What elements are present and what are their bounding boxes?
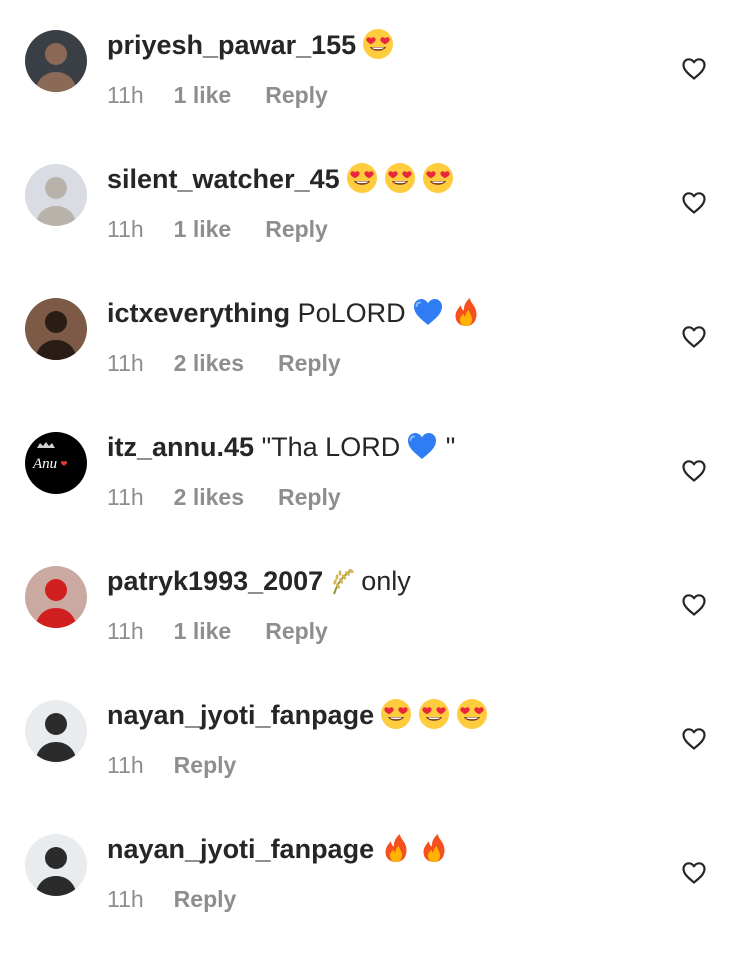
reply-button[interactable]: Reply: [265, 618, 328, 644]
timestamp: 11h: [107, 886, 144, 912]
svg-text:Anu: Anu: [32, 456, 57, 472]
comment-meta: 11h 1 like Reply: [107, 214, 328, 244]
comment-row: priyesh_pawar_155 11h 1 like Reply: [0, 0, 743, 134]
avatar[interactable]: [25, 30, 87, 92]
comment-meta: 11h 1 like Reply: [107, 616, 328, 646]
username[interactable]: silent_watcher_45: [107, 164, 340, 194]
timestamp: 11h: [107, 618, 144, 644]
avatar[interactable]: [25, 834, 87, 896]
reply-button[interactable]: Reply: [278, 484, 341, 510]
avatar[interactable]: [25, 298, 87, 360]
likes-count[interactable]: 2 likes: [174, 350, 244, 376]
comment-body: silent_watcher_45: [107, 162, 454, 197]
comment-meta: 11h 1 like Reply: [107, 80, 328, 110]
avatar[interactable]: Anu: [25, 432, 87, 494]
comment-meta: 11h 2 likes Reply: [107, 348, 341, 378]
comment-meta: 11h Reply: [107, 750, 236, 780]
heart-eyes-emoji: [422, 162, 454, 194]
likes-count[interactable]: 1 like: [174, 216, 232, 242]
heart-outline-icon[interactable]: [681, 324, 707, 350]
timestamp: 11h: [107, 350, 144, 376]
reply-button[interactable]: Reply: [278, 350, 341, 376]
comment-row: nayan_jyoti_fanpage 11h Reply: [0, 804, 743, 938]
comment-body: nayan_jyoti_fanpage: [107, 698, 488, 733]
avatar[interactable]: [25, 164, 87, 226]
timestamp: 11h: [107, 484, 144, 510]
timestamp: 11h: [107, 82, 144, 108]
comment-row: nayan_jyoti_fanpage 11h Reply: [0, 670, 743, 804]
fire-emoji: [418, 832, 450, 864]
comment-body: priyesh_pawar_155: [107, 28, 394, 63]
comment-body: itz_annu.45 "Tha LORD ": [107, 430, 455, 465]
heart-outline-icon[interactable]: [681, 56, 707, 82]
reply-button[interactable]: Reply: [265, 82, 328, 108]
comment-body: patryk1993_2007 only: [107, 564, 411, 599]
likes-count[interactable]: 1 like: [174, 82, 232, 108]
reply-button[interactable]: Reply: [174, 886, 237, 912]
heart-eyes-emoji: [418, 698, 450, 730]
blue-heart-emoji: [412, 296, 444, 328]
comment-meta: 11h 2 likes Reply: [107, 482, 341, 512]
username[interactable]: priyesh_pawar_155: [107, 30, 356, 60]
timestamp: 11h: [107, 752, 144, 778]
heart-outline-icon[interactable]: [681, 592, 707, 618]
comment-row: patryk1993_2007 only 11h 1 like Reply: [0, 536, 743, 670]
username[interactable]: nayan_jyoti_fanpage: [107, 700, 374, 730]
comment-text: "Tha LORD: [261, 432, 401, 462]
blue-heart-emoji: [406, 430, 438, 462]
comment-row: ictxeverything PoLORD 11h 2 likes Reply: [0, 268, 743, 402]
comment-text: PoLORD: [297, 298, 406, 328]
comment-text-suffix: ": [438, 432, 456, 462]
timestamp: 11h: [107, 216, 144, 242]
comment-meta: 11h Reply: [107, 884, 236, 914]
comment-body: ictxeverything PoLORD: [107, 296, 482, 331]
username[interactable]: nayan_jyoti_fanpage: [107, 834, 374, 864]
likes-count[interactable]: 1 like: [174, 618, 232, 644]
heart-eyes-emoji: [380, 698, 412, 730]
heart-outline-icon[interactable]: [681, 190, 707, 216]
fire-emoji: [380, 832, 412, 864]
comment-text-suffix: only: [361, 566, 411, 596]
heart-eyes-emoji: [384, 162, 416, 194]
reply-button[interactable]: Reply: [174, 752, 237, 778]
username[interactable]: patryk1993_2007: [107, 566, 323, 596]
likes-count[interactable]: 2 likes: [174, 484, 244, 510]
heart-outline-icon[interactable]: [681, 726, 707, 752]
avatar[interactable]: [25, 700, 87, 762]
rice-emoji: [329, 564, 361, 596]
comment-row: Anu itz_annu.45 "Tha LORD " 11h 2 likes Re…: [0, 402, 743, 536]
username[interactable]: itz_annu.45: [107, 432, 254, 462]
avatar[interactable]: [25, 566, 87, 628]
reply-button[interactable]: Reply: [265, 216, 328, 242]
comment-row: silent_watcher_45 11h 1 like Reply: [0, 134, 743, 268]
heart-eyes-emoji: [346, 162, 378, 194]
heart-outline-icon[interactable]: [681, 860, 707, 886]
username[interactable]: ictxeverything: [107, 298, 290, 328]
heart-eyes-emoji: [362, 28, 394, 60]
heart-outline-icon[interactable]: [681, 458, 707, 484]
comment-body: nayan_jyoti_fanpage: [107, 832, 450, 867]
fire-emoji: [450, 296, 482, 328]
heart-eyes-emoji: [456, 698, 488, 730]
